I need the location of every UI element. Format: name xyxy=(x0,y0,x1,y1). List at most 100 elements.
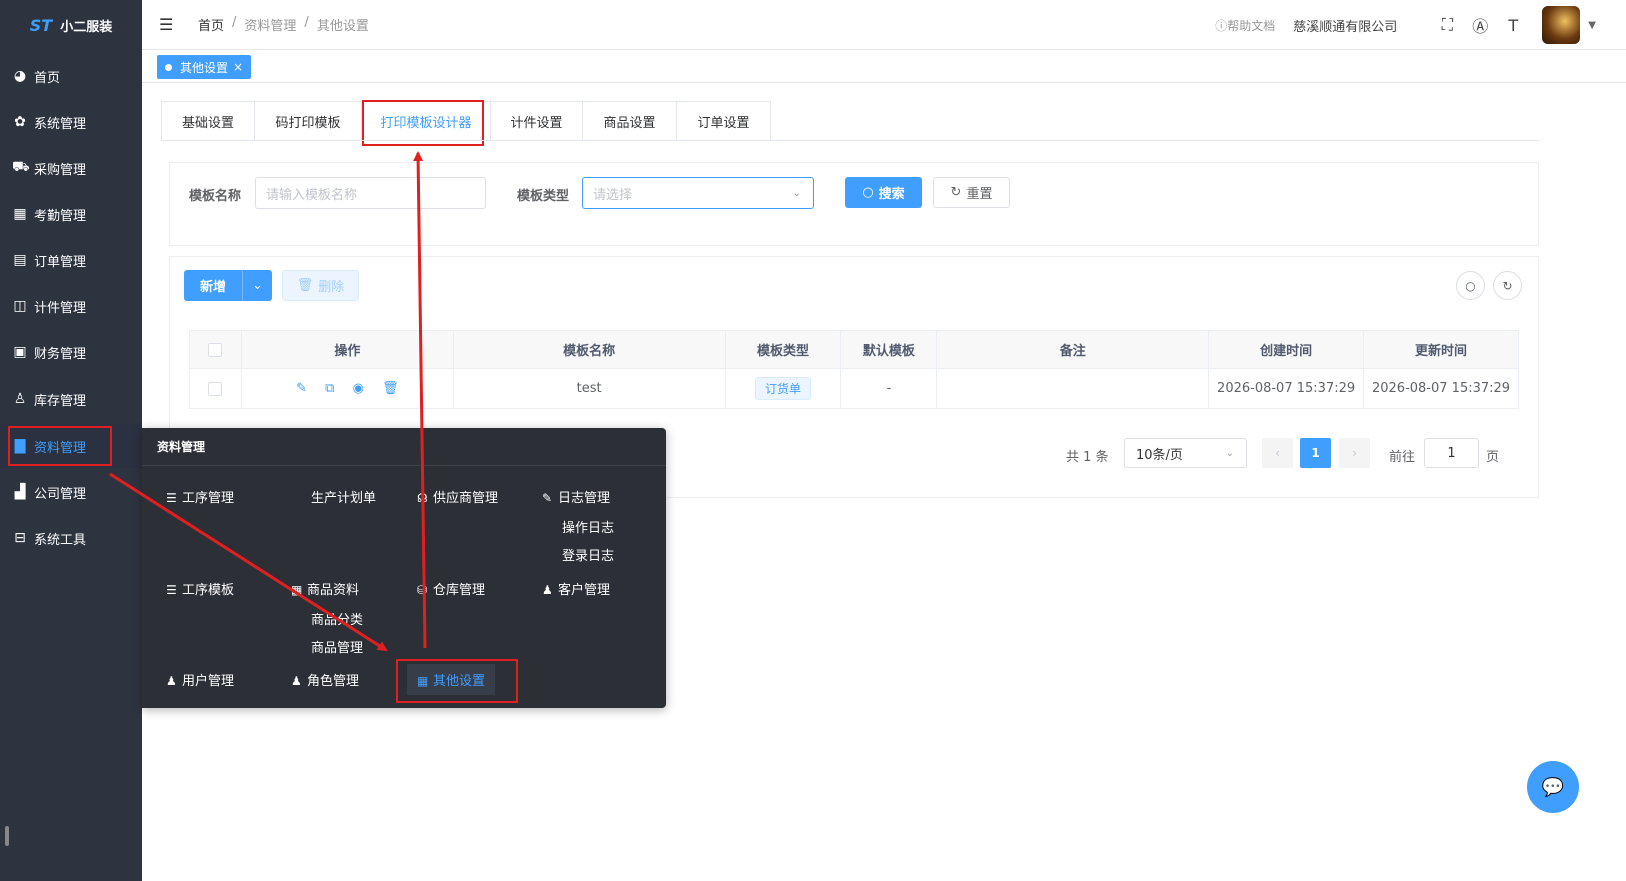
chat-icon: 💬 xyxy=(1541,776,1565,798)
sidebar-item-label: 公司管理 xyxy=(34,486,87,502)
sidebar-item-piecework[interactable]: ◫ 计件管理 xyxy=(0,284,142,328)
reset-button[interactable]: ↻ 重置 xyxy=(933,177,1010,208)
refresh-table-button[interactable]: ↻ xyxy=(1493,271,1522,300)
sidebar-item-attendance[interactable]: ▦ 考勤管理 xyxy=(0,192,142,236)
logo-mark-icon: ST xyxy=(29,15,53,35)
copy-icon[interactable]: ⧉ xyxy=(325,381,334,396)
column-header: 默认模板 xyxy=(840,330,938,369)
caret-down-icon[interactable]: ▼ xyxy=(1588,20,1596,31)
sidebar-item-home[interactable]: ◕ 首页 xyxy=(0,54,142,98)
toggle-search-button[interactable]: ○ xyxy=(1456,271,1485,300)
sidebar-scrollbar[interactable] xyxy=(5,826,9,846)
app-logo[interactable]: ST 小二服装 xyxy=(0,0,142,50)
tab-piecework[interactable]: 计件设置 xyxy=(490,102,583,140)
add-button[interactable]: 新增 xyxy=(184,270,242,301)
settings-tabs: 基础设置 码打印模板 打印模板设计器 计件设置 商品设置 订单设置 xyxy=(161,100,771,146)
tab-print-template-designer[interactable]: 打印模板设计器 xyxy=(362,100,484,146)
sidebar-item-data[interactable]: ▇ 资料管理 xyxy=(0,424,142,468)
avatar[interactable] xyxy=(1542,6,1581,44)
tags-view: 其他设置 × xyxy=(142,50,1626,83)
sidebar-item-tools[interactable]: ⊟ 系统工具 xyxy=(0,516,142,560)
menu-item-production-plan[interactable]: 生产计划单 xyxy=(311,487,376,506)
search-button[interactable]: ○ 搜索 xyxy=(845,177,922,208)
sidebar-item-finance[interactable]: ▣ 财务管理 xyxy=(0,330,142,374)
breadcrumb-separator: / xyxy=(304,15,309,30)
help-docs-label: 帮助文档 xyxy=(1227,18,1276,33)
breadcrumb-data: 资料管理 xyxy=(244,19,297,34)
goto-page-input[interactable]: 1 xyxy=(1424,438,1479,468)
menu-item-login-log[interactable]: 登录日志 xyxy=(562,545,614,564)
sidebar-item-orders[interactable]: ▤ 订单管理 xyxy=(0,238,142,282)
menu-item-goods-category[interactable]: 商品分类 xyxy=(311,609,363,628)
add-dropdown-button[interactable]: ⌄ xyxy=(242,270,272,301)
sidebar-item-company[interactable]: ▟ 公司管理 xyxy=(0,470,142,514)
sidebar-item-inventory[interactable]: ♙ 库存管理 xyxy=(0,377,142,421)
delete-button[interactable]: 🗑 删除 xyxy=(282,270,359,301)
tag-other-settings[interactable]: 其他设置 × xyxy=(157,55,251,79)
company-name: 慈溪顺通有限公司 xyxy=(1293,19,1398,35)
search-icon: ○ xyxy=(862,185,874,200)
toolbox-icon: ⊟ xyxy=(14,530,26,546)
prev-page-button[interactable]: ‹ xyxy=(1262,438,1293,468)
hamburger-icon[interactable]: ☰ xyxy=(159,15,176,34)
fullscreen-icon[interactable]: ⛶ xyxy=(1437,15,1457,35)
select-all-checkbox[interactable] xyxy=(208,342,223,357)
menu-item-process-mgmt[interactable]: ☰ 工序管理 xyxy=(166,487,234,506)
table-header-row: 操作 模板名称 模板类型 默认模板 备注 创建时间 更新时间 xyxy=(189,330,1519,369)
trash-icon: 🗑 xyxy=(296,278,314,293)
breadcrumb-home[interactable]: 首页 xyxy=(198,15,224,34)
edit-icon: ✎ xyxy=(542,491,553,505)
chat-button[interactable]: 💬 xyxy=(1527,761,1579,813)
page-number-button[interactable]: 1 xyxy=(1300,438,1331,468)
tab-code-print-template[interactable]: 码打印模板 xyxy=(255,102,362,140)
menu-item-goods-info[interactable]: ▦ 商品资料 xyxy=(291,579,359,598)
menu-item-user-mgmt[interactable]: ♟ 用户管理 xyxy=(166,670,234,689)
order-icon: ▤ xyxy=(13,252,27,268)
sidebar-item-system[interactable]: ✿ 系统管理 xyxy=(0,100,142,144)
tab-basic[interactable]: 基础设置 xyxy=(162,102,255,140)
help-docs-link[interactable]: ⓘ帮助文档 xyxy=(1215,17,1275,34)
menu-item-warehouse-mgmt[interactable]: ⛁ 仓库管理 xyxy=(417,579,485,598)
font-size-icon[interactable]: T xyxy=(1503,15,1523,35)
row-actions-cell: ✎ ⧉ ◉ 🗑 xyxy=(240,368,454,409)
edit-icon[interactable]: ✎ xyxy=(296,381,307,396)
sidebar-item-label: 首页 xyxy=(34,70,61,86)
menu-item-label: 客户管理 xyxy=(558,583,611,598)
tabs-divider xyxy=(161,140,1539,141)
page-size-select[interactable]: 10条/页 ⌄ xyxy=(1124,438,1247,468)
template-type-select[interactable]: 请选择 ⌄ xyxy=(582,177,814,209)
eye-icon[interactable]: ◉ xyxy=(353,381,364,396)
next-page-button[interactable]: › xyxy=(1339,438,1370,468)
tab-goods[interactable]: 商品设置 xyxy=(583,102,677,140)
sidebar-item-purchase[interactable]: ⛟ 采购管理 xyxy=(0,146,142,190)
page-suffix: 页 xyxy=(1486,450,1500,465)
menu-item-customer-mgmt[interactable]: ♟ 客户管理 xyxy=(542,579,610,598)
refresh-icon: ↻ xyxy=(950,185,962,200)
trash-icon[interactable]: 🗑 xyxy=(382,381,399,396)
pagination-total: 共 1 条 xyxy=(1066,450,1109,465)
search-icon: ○ xyxy=(1465,278,1476,293)
table-row: ✎ ⧉ ◉ 🗑 test 订货单 - 2026-08-07 15:37:29 2… xyxy=(189,368,1519,409)
cart-icon: ⛟ xyxy=(12,159,30,175)
template-name-input[interactable]: 请输入模板名称 xyxy=(255,177,486,209)
page-size-value: 10条/页 xyxy=(1136,447,1183,463)
row-checkbox[interactable] xyxy=(208,381,223,396)
menu-item-goods-mgmt[interactable]: 商品管理 xyxy=(311,637,363,656)
sidebar-item-label: 计件管理 xyxy=(34,300,87,316)
grid-icon: ▦ xyxy=(13,206,27,222)
menu-item-log-mgmt[interactable]: ✎ 日志管理 xyxy=(542,487,610,506)
close-icon[interactable]: × xyxy=(233,60,243,74)
tag-dot-icon xyxy=(165,63,172,71)
language-icon[interactable]: Ⓐ xyxy=(1470,15,1490,36)
bar-chart-icon: ▟ xyxy=(14,484,26,500)
menu-item-op-log[interactable]: 操作日志 xyxy=(562,517,614,536)
column-header: 创建时间 xyxy=(1208,330,1365,369)
sidebar-item-label: 采购管理 xyxy=(34,162,87,178)
tab-order[interactable]: 订单设置 xyxy=(677,102,770,140)
menu-item-supplier-mgmt[interactable]: ☊ 供应商管理 xyxy=(417,487,498,506)
menu-item-role-mgmt[interactable]: ♟ 角色管理 xyxy=(291,670,359,689)
menu-item-process-template[interactable]: ☰ 工序模板 xyxy=(166,579,234,598)
column-header: 模板类型 xyxy=(724,330,842,369)
users-icon: ♟ xyxy=(291,674,302,688)
chevron-down-icon: ⌄ xyxy=(252,278,263,293)
